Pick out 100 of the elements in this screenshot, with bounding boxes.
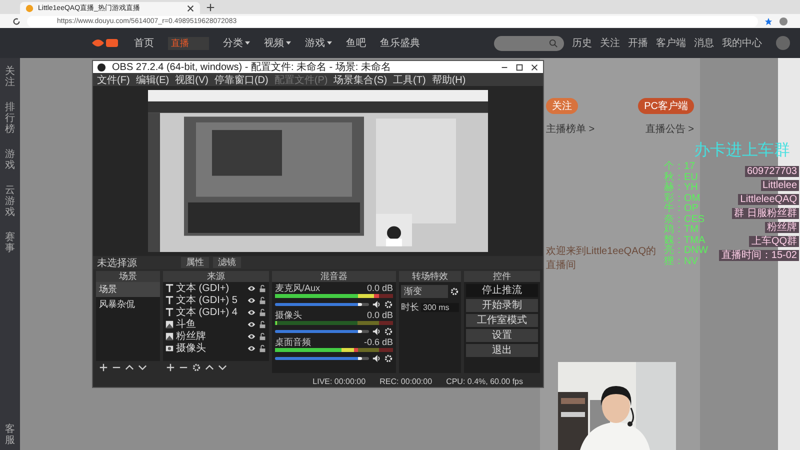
social-text: Littlelee — [760, 180, 799, 191]
sidebar-item[interactable]: 赛事 — [5, 232, 15, 254]
settings-icon[interactable] — [384, 326, 393, 336]
avatar-icon[interactable] — [776, 36, 790, 50]
control-button[interactable]: 开始录制 — [466, 299, 538, 312]
duration-field[interactable]: 300 ms — [421, 303, 459, 312]
source-item[interactable]: 文本 (GDI+) 4 — [176, 305, 245, 319]
eye-icon[interactable] — [247, 284, 256, 292]
source-item[interactable]: 粉丝牌 — [176, 329, 245, 343]
panel-link[interactable]: 主播榜单 > — [546, 122, 595, 136]
eye-icon[interactable] — [247, 308, 256, 316]
search-icon[interactable] — [549, 38, 558, 48]
settings-icon[interactable] — [384, 354, 393, 362]
nav-link[interactable]: 鱼乐盛典 — [380, 36, 420, 50]
toolbar-button[interactable]: 属性 — [181, 257, 209, 268]
transition-dropdown[interactable]: 渐变 — [401, 285, 448, 298]
eye-icon[interactable] — [247, 320, 256, 328]
reload-icon[interactable] — [12, 16, 21, 26]
text-source-icon — [165, 284, 174, 292]
caret-icon — [327, 41, 332, 45]
eye-icon[interactable] — [247, 296, 256, 304]
nav-action[interactable]: 历史 — [572, 36, 592, 50]
logo-icon[interactable] — [90, 36, 120, 50]
nav-link[interactable]: 分类 — [223, 36, 250, 50]
lock-icon[interactable] — [258, 332, 267, 340]
menu-item[interactable]: 停靠窗口(D) — [214, 72, 268, 86]
dock-title: 混音器 — [272, 271, 396, 282]
nav-action[interactable]: 我的中心 — [722, 36, 762, 50]
new-tab-icon[interactable] — [206, 3, 215, 12]
nav-link[interactable]: 视频 — [264, 36, 291, 50]
settings-icon[interactable] — [450, 287, 459, 296]
volume-slider[interactable] — [275, 356, 362, 360]
client-button[interactable]: PC客户端 — [638, 98, 694, 114]
settings-icon[interactable] — [192, 362, 201, 372]
search-field[interactable] — [494, 36, 564, 50]
settings-icon[interactable] — [384, 300, 393, 308]
nav-action[interactable]: 关注 — [600, 36, 620, 50]
control-button[interactable]: 设置 — [466, 329, 538, 342]
nav-action[interactable]: 开播 — [628, 36, 648, 50]
channel-reading: 0.0 dB — [366, 283, 393, 293]
panel-link[interactable]: 直播公告 > — [645, 122, 694, 136]
lock-icon[interactable] — [258, 296, 267, 304]
lock-icon[interactable] — [258, 320, 267, 328]
social-text: 群 日服粉丝群 — [732, 208, 799, 219]
roster-code: NV — [684, 256, 698, 267]
plus-icon[interactable] — [99, 362, 108, 372]
roster-code: DNW — [684, 246, 708, 256]
speaker-icon[interactable] — [372, 300, 381, 308]
sidebar-item[interactable]: 游戏 — [5, 149, 15, 171]
toolbar-button[interactable]: 滤镜 — [213, 257, 241, 268]
eye-icon[interactable] — [247, 344, 256, 352]
speaker-icon[interactable] — [372, 326, 381, 336]
close-icon[interactable] — [186, 4, 195, 12]
lock-icon[interactable] — [258, 344, 267, 352]
sidebar-item[interactable]: 云游戏 — [5, 185, 15, 218]
close-icon[interactable] — [530, 62, 539, 72]
menu-item[interactable]: 场景集合(S) — [334, 72, 388, 86]
menu-item[interactable]: 文件(F) — [97, 72, 130, 86]
source-item[interactable]: 斗鱼 — [176, 317, 245, 331]
avatar-icon[interactable] — [779, 16, 788, 26]
roster-code: TMA — [684, 236, 706, 246]
menu-item[interactable]: 编辑(E) — [136, 72, 170, 86]
volume-slider[interactable] — [275, 330, 362, 332]
volume-slider[interactable] — [275, 302, 362, 306]
control-button[interactable]: 退出 — [466, 344, 538, 357]
maximize-icon[interactable] — [515, 62, 524, 72]
menu-item[interactable]: 视图(V) — [175, 72, 208, 86]
sidebar-item[interactable]: 关注 — [5, 66, 15, 88]
menu-item[interactable]: 帮助(H) — [432, 72, 466, 86]
scene-item[interactable]: 场景 — [96, 282, 160, 297]
nav-link[interactable]: 首页 — [134, 36, 154, 50]
nav-action[interactable]: 客户端 — [656, 36, 686, 50]
caret-icon — [245, 41, 250, 45]
source-item[interactable]: 文本 (GDI+) — [176, 281, 245, 295]
menu-item[interactable]: 工具(T) — [393, 72, 426, 86]
nav-action[interactable]: 消息 — [694, 36, 714, 50]
speaker-icon[interactable] — [372, 354, 381, 362]
lock-icon[interactable] — [258, 284, 267, 292]
source-item[interactable]: 文本 (GDI+) 5 — [176, 293, 245, 307]
control-button[interactable]: 停止推流 — [466, 284, 538, 297]
scene-item[interactable]: 风暴杂侃 — [96, 297, 160, 312]
lock-icon[interactable] — [258, 308, 267, 316]
camera-icon — [165, 344, 174, 352]
plus-icon[interactable] — [166, 362, 175, 372]
chevron-up-icon[interactable] — [125, 362, 134, 372]
nav-link[interactable]: 鱼吧 — [346, 36, 366, 50]
dock-title: 转场特效 — [399, 271, 461, 282]
chevron-down-icon[interactable] — [138, 362, 147, 372]
chevron-up-icon[interactable] — [205, 362, 214, 372]
star-icon[interactable] — [764, 16, 773, 26]
source-item[interactable]: 摄像头 — [176, 341, 245, 355]
eye-icon[interactable] — [247, 332, 256, 340]
chevron-down-icon[interactable] — [218, 362, 227, 372]
channel-name: 摄像头 — [275, 310, 302, 320]
nav-link[interactable]: 游戏 — [305, 36, 332, 50]
sidebar-item[interactable]: 客服 — [5, 424, 15, 446]
roster-name: 奈： — [664, 214, 684, 224]
sidebar-item[interactable]: 排行榜 — [5, 102, 15, 135]
control-button[interactable]: 工作室模式 — [466, 314, 538, 327]
app-icon — [97, 62, 106, 72]
